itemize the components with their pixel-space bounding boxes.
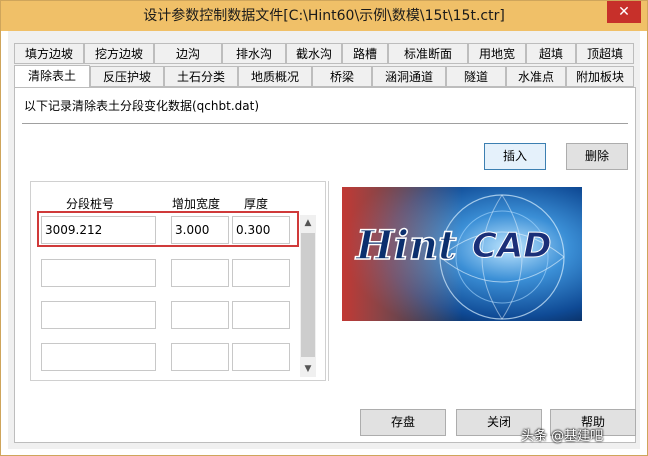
- tab-benchmark[interactable]: 水准点: [506, 66, 566, 87]
- tab-land-width[interactable]: 用地宽: [468, 43, 526, 64]
- thickness-cell[interactable]: [232, 301, 290, 329]
- tab-soil-rock[interactable]: 土石分类: [164, 66, 238, 87]
- title-bar[interactable]: 设计参数控制数据文件[C:\Hint60\示例\数模\15t\15t.ctr] …: [1, 1, 647, 31]
- tab-fill-slope[interactable]: 填方边坡: [14, 43, 84, 64]
- width-cell[interactable]: [171, 301, 229, 329]
- tab-extra-block[interactable]: 附加板块: [566, 66, 634, 87]
- table-scrollbar[interactable]: ▲ ▼: [300, 215, 316, 377]
- width-cell[interactable]: [171, 259, 229, 287]
- separator-line: [22, 123, 628, 124]
- delete-button[interactable]: 删除: [566, 143, 628, 170]
- thickness-cell[interactable]: [232, 259, 290, 287]
- insert-button[interactable]: 插入: [484, 143, 546, 170]
- tab-top-overfill[interactable]: 顶超填: [576, 43, 634, 64]
- logo-text-cad: CAD: [472, 226, 552, 266]
- watermark: 头条 @基建吧: [521, 429, 604, 444]
- station-cell[interactable]: [41, 301, 156, 329]
- tab-drain-ditch[interactable]: 排水沟: [222, 43, 286, 64]
- scroll-up-icon[interactable]: ▲: [300, 215, 316, 231]
- highlight-box: [37, 211, 299, 247]
- save-button[interactable]: 存盘: [360, 409, 446, 436]
- column-header-width: 增加宽度: [172, 197, 221, 211]
- tab-geology[interactable]: 地质概况: [238, 66, 312, 87]
- logo-art: Hint CAD: [342, 187, 582, 321]
- width-cell[interactable]: [171, 343, 229, 371]
- scroll-down-icon[interactable]: ▼: [300, 361, 316, 377]
- tab-cut-slope[interactable]: 挖方边坡: [84, 43, 154, 64]
- thickness-cell[interactable]: [232, 343, 290, 371]
- dialog-window: 设计参数控制数据文件[C:\Hint60\示例\数模\15t\15t.ctr] …: [0, 0, 648, 456]
- tab-culvert[interactable]: 涵洞通道: [372, 66, 446, 87]
- tab-clear-topsoil[interactable]: 清除表土: [14, 65, 90, 88]
- tab-road-trough[interactable]: 路槽: [342, 43, 388, 64]
- tab-intercept-ditch[interactable]: 截水沟: [286, 43, 342, 64]
- client-area: 填方边坡 挖方边坡 边沟 排水沟 截水沟 路槽 标准断面 用地宽 超填 顶超填 …: [8, 31, 640, 449]
- window-title: 设计参数控制数据文件[C:\Hint60\示例\数模\15t\15t.ctr]: [143, 8, 505, 24]
- hintcad-logo: Hint CAD: [342, 187, 582, 321]
- tab-standard-section[interactable]: 标准断面: [388, 43, 468, 64]
- column-header-thickness: 厚度: [244, 197, 269, 211]
- station-cell[interactable]: [41, 259, 156, 287]
- tab-tunnel[interactable]: 隧道: [446, 66, 506, 87]
- tab-overfill[interactable]: 超填: [526, 43, 576, 64]
- tab-side-ditch[interactable]: 边沟: [154, 43, 222, 64]
- description-text: 以下记录清除表土分段变化数据(qchbt.dat): [24, 99, 259, 113]
- logo-text-hint: Hint: [355, 222, 457, 269]
- close-icon: ✕: [618, 4, 630, 20]
- column-header-station: 分段桩号: [66, 197, 115, 211]
- close-window-button[interactable]: ✕: [607, 1, 641, 23]
- scroll-thumb[interactable]: [301, 233, 315, 357]
- station-cell[interactable]: [41, 343, 156, 371]
- tab-bridge[interactable]: 桥梁: [312, 66, 372, 87]
- tab-back-pressure[interactable]: 反压护坡: [90, 66, 164, 87]
